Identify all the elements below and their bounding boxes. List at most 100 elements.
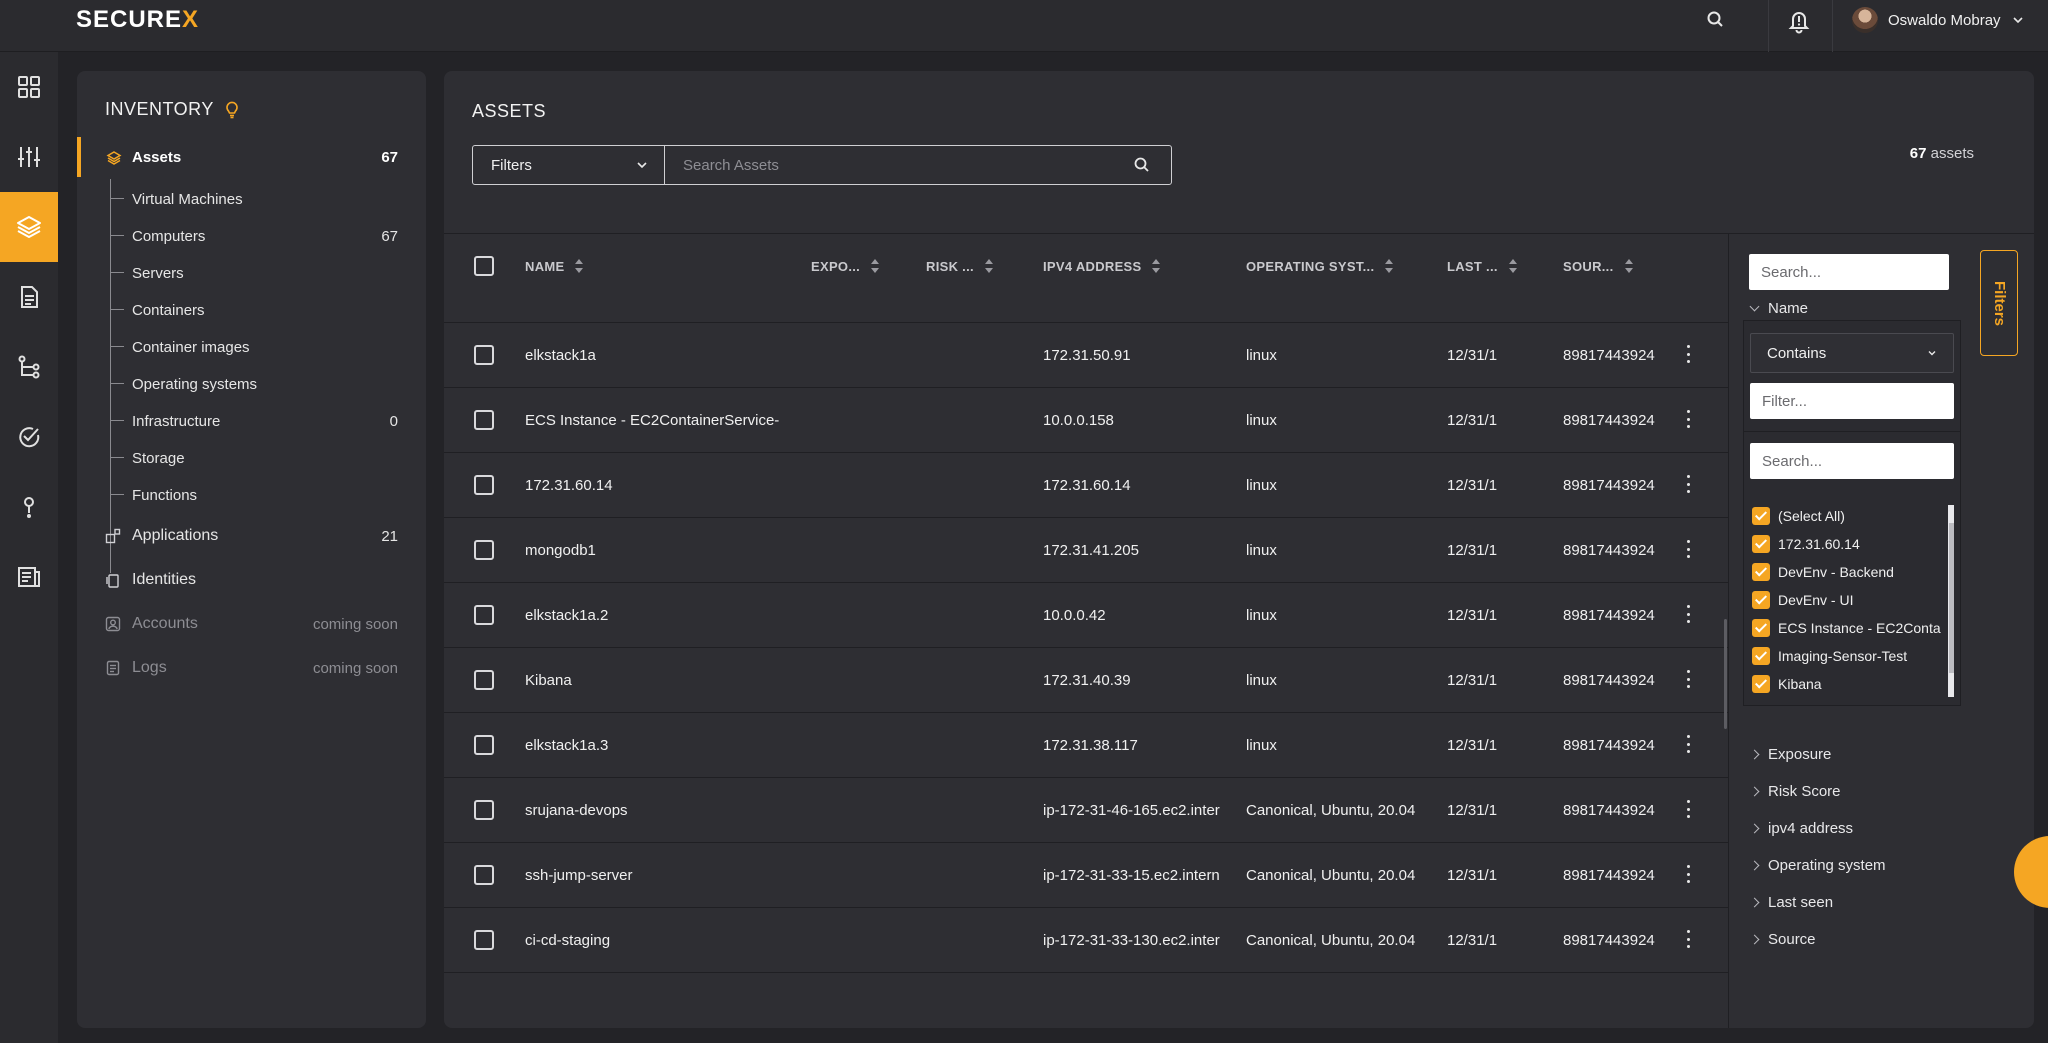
- filter-section-source[interactable]: Source: [1749, 929, 1816, 949]
- row-checkbox[interactable]: [474, 930, 494, 950]
- row-menu-icon[interactable]: [1687, 475, 1691, 493]
- table-row[interactable]: elkstack1a.3 172.31.38.117 linux 12/31/1…: [444, 712, 1728, 777]
- row-menu-icon[interactable]: [1687, 800, 1691, 818]
- table-row[interactable]: ssh-jump-server ip-172-31-33-15.ec2.inte…: [444, 842, 1728, 907]
- sort-icon[interactable]: [1384, 258, 1394, 274]
- row-checkbox[interactable]: [474, 475, 494, 495]
- table-row[interactable]: mongodb1 172.31.41.205 linux 12/31/1 898…: [444, 517, 1728, 582]
- value-option[interactable]: Kibana: [1752, 673, 1822, 695]
- row-checkbox[interactable]: [474, 670, 494, 690]
- filter-section-os[interactable]: Operating system: [1749, 855, 1886, 875]
- row-checkbox[interactable]: [474, 735, 494, 755]
- sort-icon[interactable]: [1151, 258, 1161, 274]
- sort-icon[interactable]: [870, 258, 880, 274]
- table-row[interactable]: Kibana 172.31.40.39 linux 12/31/1 898174…: [444, 647, 1728, 712]
- row-menu-icon[interactable]: [1687, 345, 1691, 363]
- nav-alerts[interactable]: [0, 472, 58, 542]
- row-checkbox[interactable]: [474, 540, 494, 560]
- values-search-input[interactable]: Search...: [1750, 443, 1954, 479]
- table-row[interactable]: srujana-devops ip-172-31-46-165.ec2.inte…: [444, 777, 1728, 842]
- filter-section-last-seen[interactable]: Last seen: [1749, 892, 1833, 912]
- nav-reports[interactable]: [0, 262, 58, 332]
- nav-item-assets[interactable]: Assets 67: [77, 137, 426, 177]
- select-all-checkbox[interactable]: [474, 256, 494, 276]
- filters-dropdown[interactable]: Filters: [473, 146, 665, 184]
- table-row[interactable]: ci-cd-staging ip-172-31-33-130.ec2.inter…: [444, 907, 1728, 972]
- checkbox-checked[interactable]: [1752, 647, 1770, 665]
- checkbox-checked[interactable]: [1752, 563, 1770, 581]
- sort-icon[interactable]: [984, 258, 994, 274]
- filter-value-input[interactable]: Filter...: [1750, 383, 1954, 419]
- nav-inventory[interactable]: [0, 192, 58, 262]
- row-checkbox[interactable]: [474, 345, 494, 365]
- table-scrollbar[interactable]: [1724, 619, 1727, 729]
- value-option[interactable]: Imaging-Sensor-Test: [1752, 645, 1907, 667]
- table-row[interactable]: 172.31.60.14 172.31.60.14 linux 12/31/1 …: [444, 452, 1728, 517]
- filters-tab[interactable]: Filters: [1980, 250, 2018, 356]
- nav-policies[interactable]: [0, 542, 58, 612]
- row-menu-icon[interactable]: [1687, 735, 1691, 753]
- filter-section-name[interactable]: Name: [1749, 298, 1808, 318]
- column-header-risk[interactable]: RISK ...: [926, 234, 994, 298]
- values-scrollbar[interactable]: [1948, 505, 1954, 697]
- row-menu-icon[interactable]: [1687, 930, 1691, 948]
- sort-icon[interactable]: [1508, 258, 1518, 274]
- nav-item-functions[interactable]: Functions: [132, 484, 398, 506]
- nav-item-computers[interactable]: Computers 67: [132, 225, 398, 247]
- nav-item-storage[interactable]: Storage: [132, 447, 398, 469]
- nav-dashboard[interactable]: [0, 52, 58, 122]
- user-menu[interactable]: Oswaldo Mobray: [1852, 4, 2025, 36]
- filter-search-input[interactable]: Search...: [1749, 254, 1949, 290]
- search-icon[interactable]: [1704, 8, 1728, 32]
- sort-icon[interactable]: [574, 258, 584, 274]
- column-header-ipv4[interactable]: IPV4 ADDRESS: [1043, 234, 1161, 298]
- value-option[interactable]: (Select All): [1752, 505, 1845, 527]
- lightbulb-icon[interactable]: [224, 101, 240, 119]
- row-menu-icon[interactable]: [1687, 605, 1691, 623]
- row-checkbox[interactable]: [474, 865, 494, 885]
- column-header-name[interactable]: NAME: [525, 234, 584, 298]
- row-checkbox[interactable]: [474, 800, 494, 820]
- checkbox-checked[interactable]: [1752, 675, 1770, 693]
- value-option[interactable]: DevEnv - UI: [1752, 589, 1853, 611]
- table-row[interactable]: ECS Instance - EC2ContainerService- 10.0…: [444, 387, 1728, 452]
- row-checkbox[interactable]: [474, 410, 494, 430]
- nav-workflows[interactable]: [0, 332, 58, 402]
- checkbox-checked[interactable]: [1752, 591, 1770, 609]
- table-row[interactable]: elkstack1a 172.31.50.91 linux 12/31/1 89…: [444, 322, 1728, 387]
- nav-settings[interactable]: [0, 122, 58, 192]
- operator-dropdown[interactable]: Contains: [1750, 333, 1954, 373]
- column-header-source[interactable]: SOUR...: [1563, 234, 1634, 298]
- nav-compliance[interactable]: [0, 402, 58, 472]
- nav-item-virtual-machines[interactable]: Virtual Machines: [132, 188, 398, 210]
- nav-item-servers[interactable]: Servers: [132, 262, 398, 284]
- nav-item-applications[interactable]: Applications 21: [105, 523, 398, 549]
- row-menu-icon[interactable]: [1687, 540, 1691, 558]
- table-row[interactable]: elkstack1a.2 10.0.0.42 linux 12/31/1 898…: [444, 582, 1728, 647]
- nav-item-operating-systems[interactable]: Operating systems: [132, 373, 398, 395]
- value-option[interactable]: 172.31.60.14: [1752, 533, 1860, 555]
- checkbox-checked[interactable]: [1752, 507, 1770, 525]
- notification-bell-icon[interactable]: [1785, 7, 1813, 35]
- row-menu-icon[interactable]: [1687, 865, 1691, 883]
- filter-section-risk-score[interactable]: Risk Score: [1749, 781, 1841, 801]
- row-checkbox[interactable]: [474, 605, 494, 625]
- filter-section-ipv4[interactable]: ipv4 address: [1749, 818, 1853, 838]
- row-menu-icon[interactable]: [1687, 410, 1691, 428]
- search-icon[interactable]: [1133, 156, 1151, 174]
- nav-item-identities[interactable]: Identities: [105, 567, 398, 593]
- nav-item-infrastructure[interactable]: Infrastructure 0: [132, 410, 398, 432]
- row-menu-icon[interactable]: [1687, 670, 1691, 688]
- checkbox-checked[interactable]: [1752, 535, 1770, 553]
- column-header-last-seen[interactable]: LAST ...: [1447, 234, 1518, 298]
- nav-item-containers[interactable]: Containers: [132, 299, 398, 321]
- sort-icon[interactable]: [1624, 258, 1634, 274]
- value-option[interactable]: DevEnv - Backend: [1752, 561, 1894, 583]
- value-option[interactable]: ECS Instance - EC2Conta: [1752, 617, 1941, 639]
- filter-section-exposure[interactable]: Exposure: [1749, 744, 1831, 764]
- checkbox-checked[interactable]: [1752, 619, 1770, 637]
- search-assets-input[interactable]: Search Assets: [665, 146, 1171, 184]
- nav-item-container-images[interactable]: Container images: [132, 336, 398, 358]
- column-header-exposure[interactable]: EXPO...: [811, 234, 880, 298]
- column-header-os[interactable]: OPERATING SYST...: [1246, 234, 1394, 298]
